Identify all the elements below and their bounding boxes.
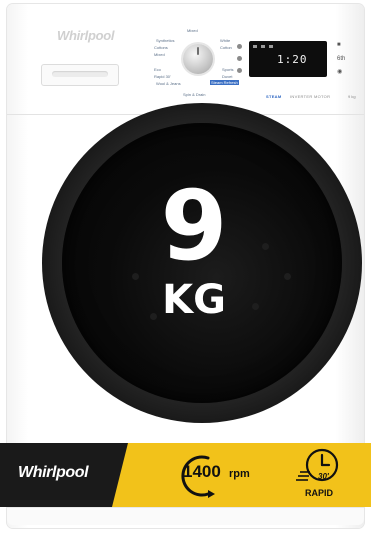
drum-hole: [252, 303, 259, 310]
display-indicator: [269, 45, 273, 48]
detergent-drawer[interactable]: [41, 64, 119, 86]
steam-label: STEAM: [266, 94, 282, 99]
banner-brand: Whirlpool: [18, 464, 89, 481]
clock-icon: [296, 448, 339, 482]
drum-hole: [262, 243, 269, 250]
power-button[interactable]: ◉: [337, 68, 342, 75]
sixth-sense-button[interactable]: 6th: [337, 56, 345, 62]
spin-speed-unit: rpm: [229, 468, 250, 480]
program-label-right[interactable]: Sports: [222, 67, 234, 72]
program-label-highlighted[interactable]: Steam Refresh: [210, 80, 239, 85]
drum-hole: [132, 273, 139, 280]
knob-icon: [197, 47, 199, 55]
panel-logo: Whirlpool: [57, 28, 115, 43]
capacity-small-label: 9 kg: [348, 94, 356, 99]
start-button[interactable]: ■: [337, 42, 341, 48]
inverter-label: INVERTER MOTOR: [290, 94, 331, 99]
program-top-label[interactable]: Mixed: [187, 28, 198, 33]
display-time: 1:20: [277, 53, 308, 66]
drawer-handle[interactable]: [52, 71, 108, 77]
display-indicator: [261, 45, 265, 48]
option-button[interactable]: [237, 44, 242, 49]
program-label-right[interactable]: Cotton: [220, 45, 232, 50]
program-label-left[interactable]: Cottons: [154, 45, 168, 50]
program-knob[interactable]: [183, 44, 213, 74]
drum-hole: [284, 273, 291, 280]
program-label-left[interactable]: Wool & Jeans: [156, 81, 181, 86]
program-label-right[interactable]: Duvet: [222, 74, 232, 79]
display-indicator: [253, 45, 257, 48]
program-label-left[interactable]: Rapid 30': [154, 74, 171, 79]
option-button[interactable]: [237, 56, 242, 61]
program-bottom-label[interactable]: Spin & Drain: [183, 92, 205, 97]
rapid-time: 30': [318, 472, 329, 481]
rapid-label: RAPID: [305, 488, 334, 498]
machine-base: [7, 507, 364, 525]
program-label-left[interactable]: Mixed: [154, 52, 165, 57]
option-button[interactable]: [237, 68, 242, 73]
program-label-left[interactable]: Synthetics: [156, 38, 174, 43]
program-label-right[interactable]: White: [220, 38, 230, 43]
program-label-left[interactable]: Eco: [154, 67, 161, 72]
capacity-number: 9: [160, 170, 228, 282]
spin-speed-value: 1400: [183, 462, 221, 481]
digital-display: 1:20: [249, 41, 327, 77]
capacity-unit: KG: [162, 277, 226, 323]
